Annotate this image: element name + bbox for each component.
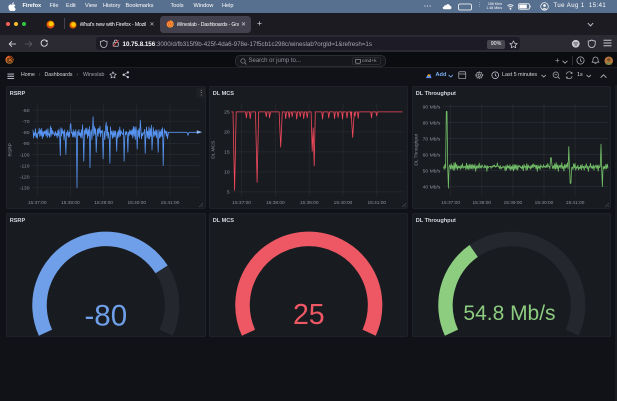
svg-text:25: 25 [224,109,230,115]
svg-text:-60: -60 [22,107,29,113]
svg-text:15:39:00: 15:39:00 [94,199,113,205]
svg-text:15:39:00: 15:39:00 [300,199,319,205]
svg-text:25: 25 [293,298,325,330]
svg-text:54.8 Mb/s: 54.8 Mb/s [463,301,555,324]
svg-text:-130: -130 [20,185,30,191]
svg-text:15:38:00: 15:38:00 [472,199,491,205]
svg-text:-70: -70 [22,119,29,125]
svg-text:RSRP: RSRP [7,143,13,156]
svg-text:15:38:00: 15:38:00 [266,199,285,205]
svg-text:70 Mb/s: 70 Mb/s [422,136,440,142]
svg-text:-100: -100 [20,152,30,158]
svg-text:15:37:00: 15:37:00 [28,199,47,205]
svg-text:15:41:00: 15:41:00 [367,199,386,205]
svg-text:⋮: ⋮ [198,90,205,97]
svg-text:5: 5 [227,189,230,195]
svg-text:-110: -110 [20,163,30,169]
svg-text:15:40:00: 15:40:00 [127,199,146,205]
svg-text:90 Mb/s: 90 Mb/s [422,104,440,110]
svg-text:15:38:00: 15:38:00 [61,199,80,205]
svg-text:DL MCS: DL MCS [210,140,216,158]
svg-text:-80: -80 [22,130,29,136]
svg-text:DL MCS: DL MCS [212,217,234,223]
svg-text:10: 10 [224,169,230,175]
svg-text:DL Throughput: DL Throughput [413,133,419,165]
svg-text:DL Throughput: DL Throughput [415,90,455,96]
svg-text:40 Mb/s: 40 Mb/s [422,184,440,190]
svg-text:-120: -120 [20,174,30,180]
svg-text:15:40:00: 15:40:00 [534,199,553,205]
svg-text:60 Mb/s: 60 Mb/s [422,152,440,158]
svg-text:RSRP: RSRP [10,90,26,96]
svg-text:RSRP: RSRP [10,217,26,223]
svg-text:15:39:00: 15:39:00 [503,199,522,205]
svg-text:-80: -80 [84,299,127,332]
svg-text:15:41:00: 15:41:00 [565,199,584,205]
svg-text:DL MCS: DL MCS [212,90,234,96]
svg-text:DL Throughput: DL Throughput [415,217,455,223]
svg-text:15:41:00: 15:41:00 [161,199,180,205]
svg-text:15:37:00: 15:37:00 [232,199,251,205]
svg-text:50 Mb/s: 50 Mb/s [422,168,440,174]
svg-text:15: 15 [224,149,230,155]
svg-text:80 Mb/s: 80 Mb/s [422,120,440,126]
svg-text:-90: -90 [22,141,29,147]
svg-text:15:37:00: 15:37:00 [441,199,460,205]
svg-text:15:40:00: 15:40:00 [333,199,352,205]
svg-text:20: 20 [224,129,230,135]
